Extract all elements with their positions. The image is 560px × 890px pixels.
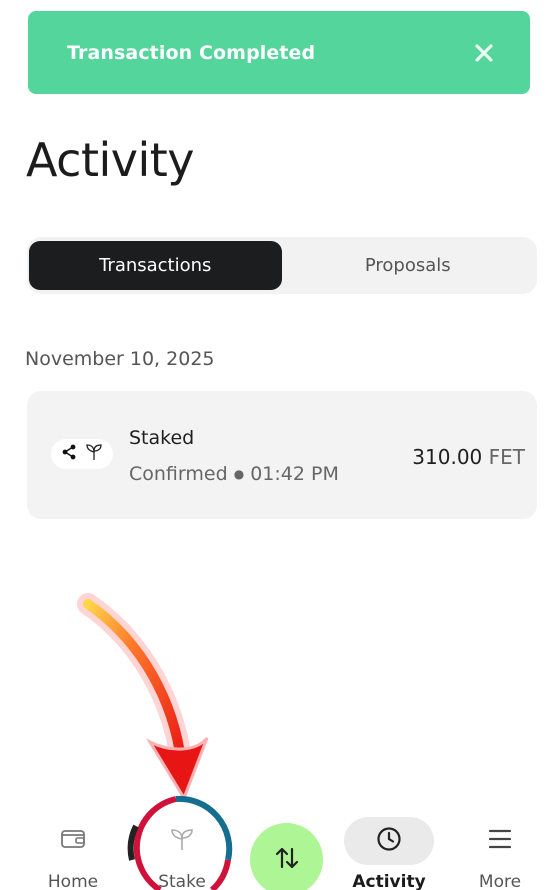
nav-stake[interactable]: Stake: [137, 818, 227, 890]
amount-currency: FET: [488, 445, 525, 469]
transaction-row[interactable]: Staked Confirmed ● 01:42 PM 310.00 FET: [27, 391, 537, 519]
activity-tabs: Transactions Proposals: [27, 237, 537, 294]
active-indicator: [344, 817, 434, 865]
activity-screen: Transaction Completed Activity Transacti…: [0, 0, 560, 890]
nav-stake-label: Stake: [158, 872, 206, 890]
swap-arrows-icon: [274, 845, 300, 875]
status-text: Confirmed: [129, 463, 228, 485]
date-header: November 10, 2025: [25, 348, 215, 370]
swap-button[interactable]: [250, 823, 323, 890]
transaction-status: Confirmed ● 01:42 PM: [129, 463, 339, 485]
fetch-logo-icon: [62, 444, 78, 464]
transaction-time: 01:42 PM: [250, 463, 339, 485]
clock-icon: [376, 826, 402, 856]
nav-activity-label: Activity: [352, 872, 426, 890]
menu-icon: [487, 828, 513, 854]
nav-more-label: More: [478, 872, 522, 890]
transaction-icons: [51, 439, 113, 469]
sprout-icon: [86, 443, 102, 465]
tab-transactions[interactable]: Transactions: [29, 241, 282, 290]
success-toast: Transaction Completed: [28, 11, 530, 94]
nav-home[interactable]: Home: [28, 818, 118, 890]
toast-message: Transaction Completed: [67, 41, 316, 64]
tab-proposals[interactable]: Proposals: [282, 241, 535, 290]
sprout-icon: [170, 826, 194, 856]
wallet-icon: [60, 828, 86, 854]
page-title: Activity: [26, 133, 195, 187]
nav-home-label: Home: [47, 872, 99, 890]
close-icon[interactable]: [470, 39, 498, 67]
transaction-title: Staked: [129, 427, 195, 449]
bottom-navigation: Home Stake Activity More: [0, 800, 560, 890]
nav-activity[interactable]: Activity: [344, 817, 434, 890]
amount-value: 310.00: [412, 445, 483, 469]
status-separator: ●: [233, 467, 245, 481]
transaction-amount: 310.00 FET: [412, 445, 525, 469]
nav-more[interactable]: More: [455, 818, 545, 890]
